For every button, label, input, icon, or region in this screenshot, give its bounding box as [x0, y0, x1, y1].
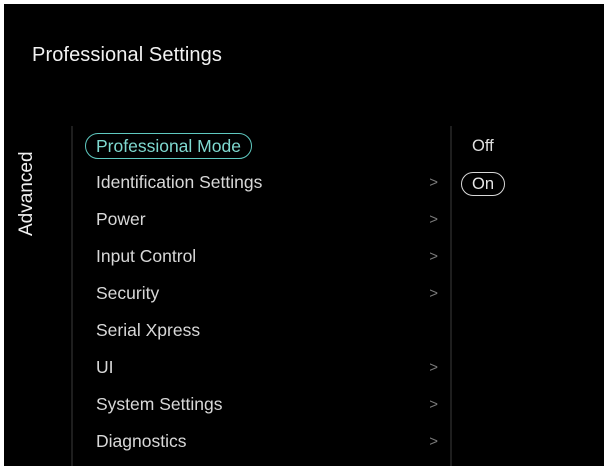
- menu-item-label: UI: [96, 357, 114, 377]
- page-title: Professional Settings: [32, 44, 222, 66]
- chevron-right-icon: >: [429, 248, 438, 265]
- menu-item-label: Identification Settings: [96, 172, 263, 192]
- chevron-right-icon: >: [429, 211, 438, 228]
- menu-item-serial-xpress[interactable]: Serial Xpress: [82, 312, 444, 349]
- menu-item-diagnostics[interactable]: Diagnostics >: [82, 423, 444, 460]
- menu-item-label: Diagnostics: [96, 431, 187, 451]
- menu-item-system-settings[interactable]: System Settings >: [82, 386, 444, 423]
- tab-advanced[interactable]: Advanced: [16, 151, 38, 236]
- settings-menu: Professional Mode Identification Setting…: [82, 127, 444, 460]
- menu-item-power[interactable]: Power >: [82, 201, 444, 238]
- menu-item-professional-mode[interactable]: Professional Mode: [82, 127, 444, 164]
- chevron-right-icon: >: [429, 396, 438, 413]
- chevron-right-icon: >: [429, 359, 438, 376]
- chevron-right-icon: >: [429, 174, 438, 191]
- menu-item-label: Power: [96, 209, 146, 229]
- menu-item-input-control[interactable]: Input Control >: [82, 238, 444, 275]
- option-off[interactable]: Off: [460, 130, 505, 167]
- menu-item-security[interactable]: Security >: [82, 275, 444, 312]
- menu-item-identification-settings[interactable]: Identification Settings >: [82, 164, 444, 201]
- left-divider: [71, 126, 73, 466]
- chevron-right-icon: >: [429, 433, 438, 450]
- menu-item-label: System Settings: [96, 394, 223, 414]
- menu-item-label: Serial Xpress: [96, 320, 201, 340]
- option-on[interactable]: On: [460, 167, 506, 204]
- menu-item-ui[interactable]: UI >: [82, 349, 444, 386]
- menu-item-label: Professional Mode: [85, 133, 252, 160]
- settings-screen: Professional Settings Advanced Professio…: [4, 4, 604, 466]
- right-divider: [450, 126, 452, 466]
- chevron-right-icon: >: [429, 285, 438, 302]
- menu-item-label: Security: [96, 283, 160, 303]
- option-list: Off On: [460, 130, 506, 204]
- option-label: Off: [472, 137, 494, 155]
- option-label: On: [461, 171, 506, 196]
- menu-item-label: Input Control: [96, 246, 197, 266]
